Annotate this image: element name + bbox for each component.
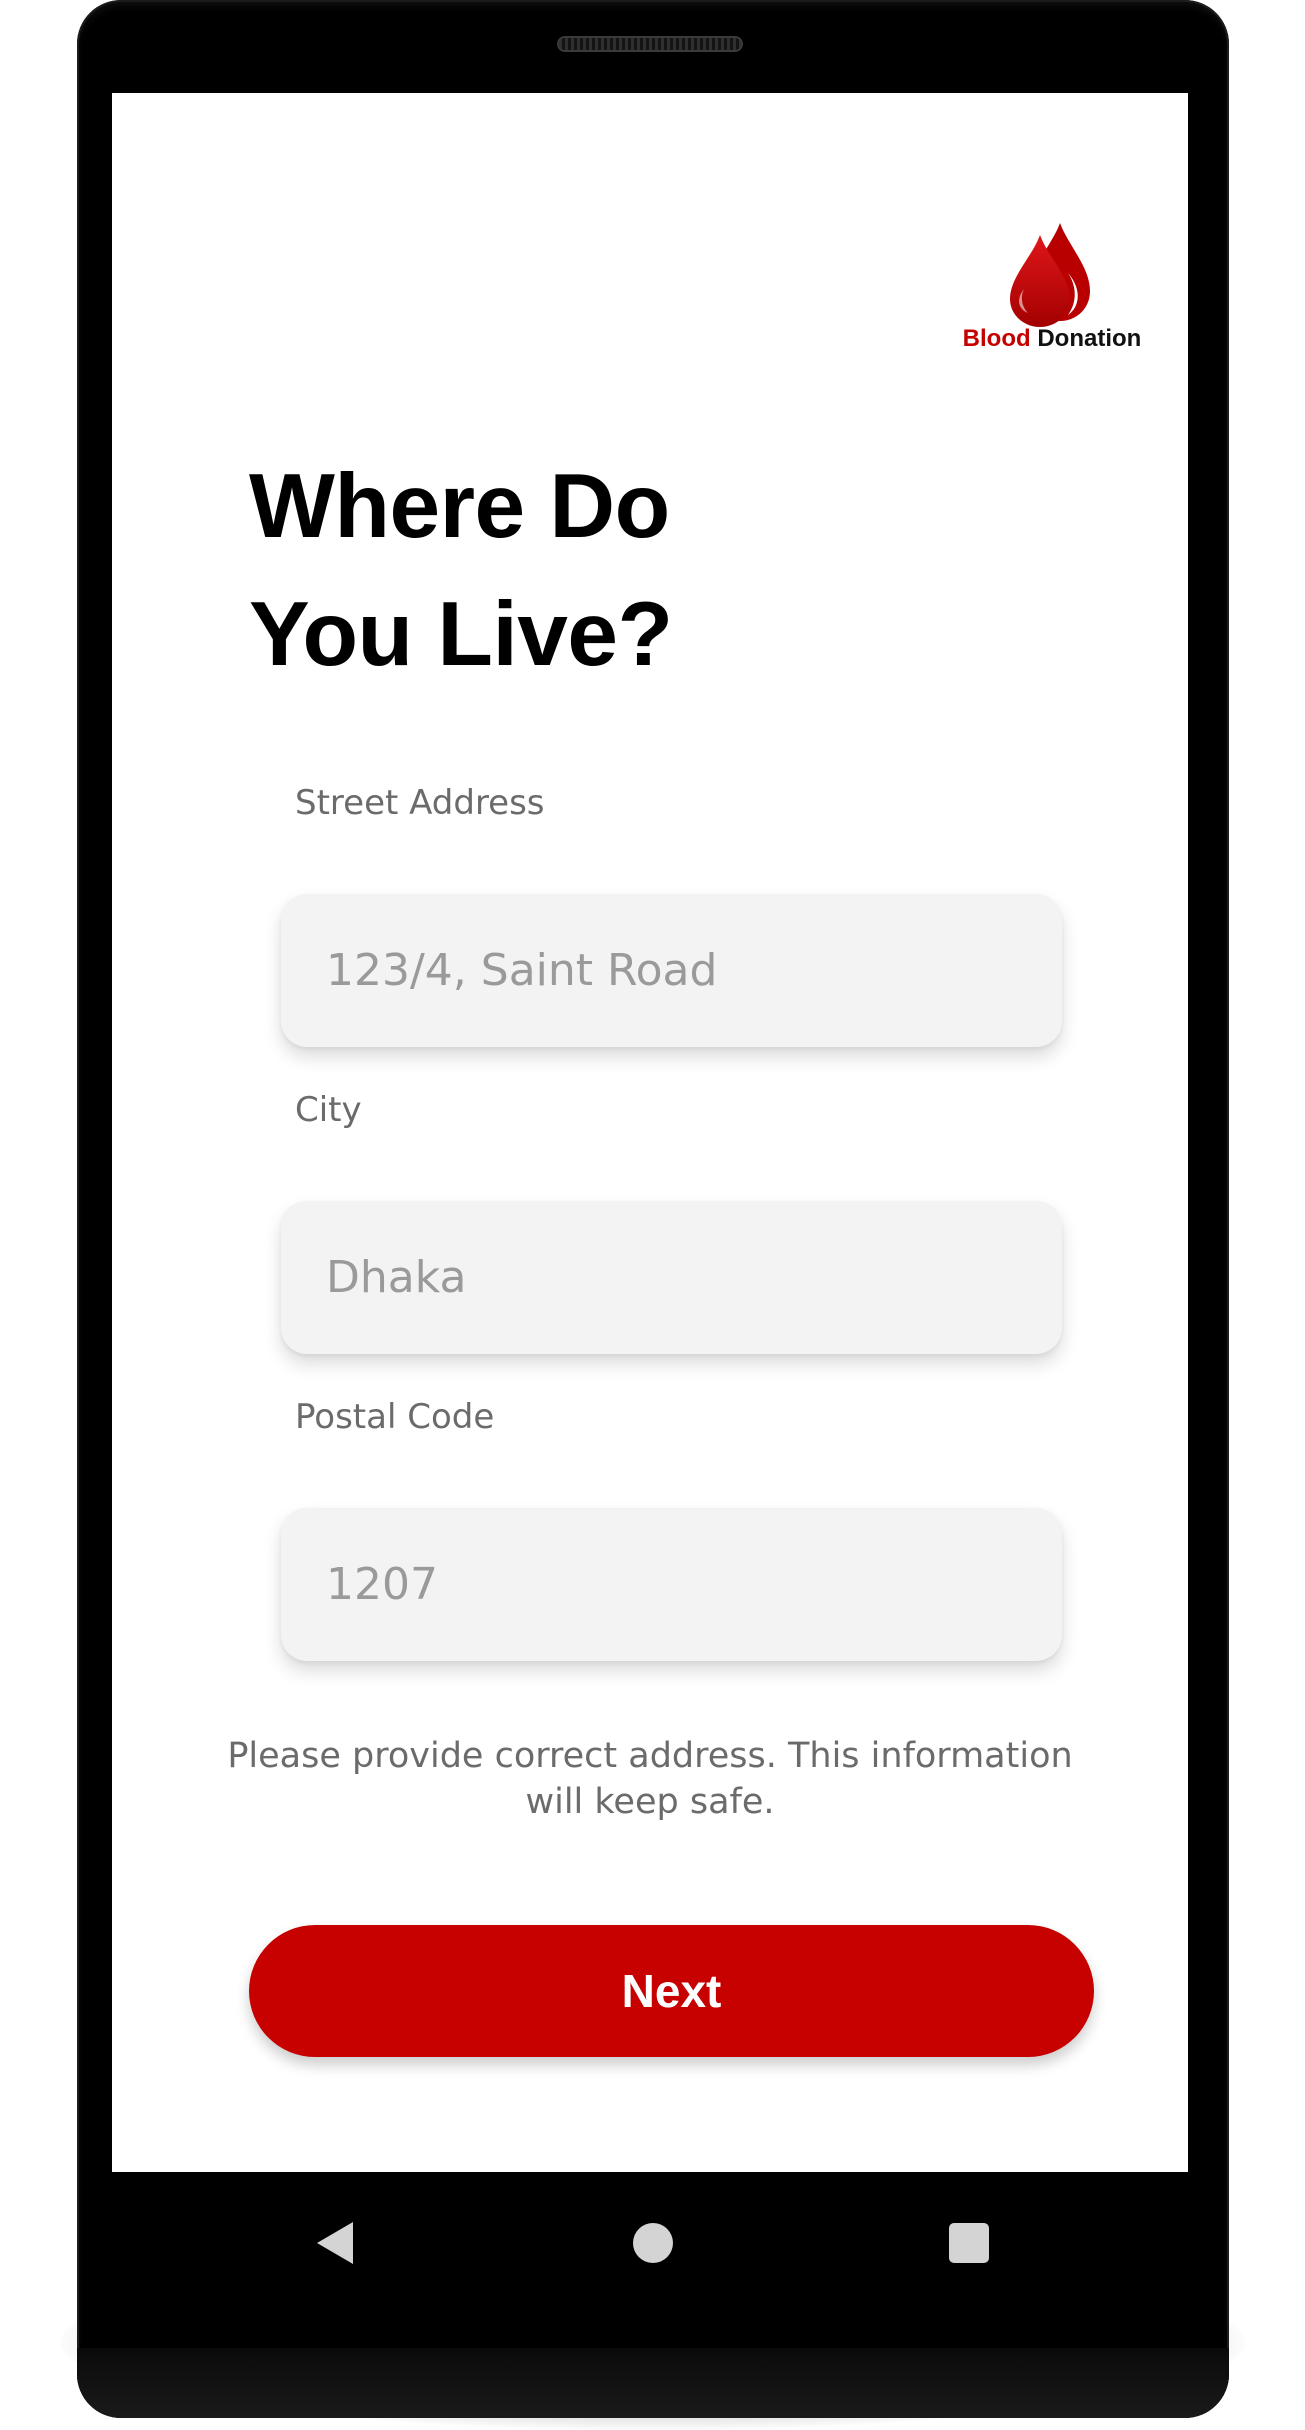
phone-bottom-edge: [77, 2348, 1229, 2418]
next-button[interactable]: Next: [249, 1925, 1094, 2057]
earpiece-speaker: [557, 36, 743, 52]
page-title-line-2: You Live?: [249, 584, 673, 685]
city-input[interactable]: [281, 1201, 1062, 1354]
recents-square-icon: [949, 2223, 989, 2263]
city-label: City: [295, 1090, 362, 1130]
nav-home-button[interactable]: [618, 2208, 688, 2278]
phone-frame: Blood Donation Where Do You Live? Street …: [77, 0, 1229, 2418]
logo-word-donation: Donation: [1037, 325, 1142, 352]
blood-donation-logo: Blood Donation: [952, 223, 1152, 358]
logo-word-blood: Blood: [962, 325, 1031, 352]
street-address-field[interactable]: [281, 894, 1062, 1047]
back-triangle-icon: [317, 2222, 353, 2264]
postal-code-input[interactable]: [281, 1508, 1062, 1661]
logo-wordmark: Blood Donation: [952, 325, 1152, 353]
address-helper-text: Please provide correct address. This inf…: [227, 1736, 1073, 1822]
city-field[interactable]: [281, 1201, 1062, 1354]
postal-code-label: Postal Code: [295, 1397, 495, 1437]
home-circle-icon: [633, 2223, 673, 2263]
blood-drops-icon: [1010, 223, 1090, 327]
page-title: Where Do You Live?: [249, 443, 673, 699]
nav-recents-button[interactable]: [934, 2208, 1004, 2278]
street-address-input[interactable]: [281, 894, 1062, 1047]
app-screen: Blood Donation Where Do You Live? Street …: [112, 93, 1188, 2172]
stage: Blood Donation Where Do You Live? Street …: [0, 0, 1305, 2430]
postal-code-field[interactable]: [281, 1508, 1062, 1661]
nav-back-button[interactable]: [300, 2208, 370, 2278]
android-navigation-bar: [77, 2172, 1229, 2312]
street-address-label: Street Address: [295, 783, 545, 823]
page-title-line-1: Where Do: [249, 456, 670, 557]
